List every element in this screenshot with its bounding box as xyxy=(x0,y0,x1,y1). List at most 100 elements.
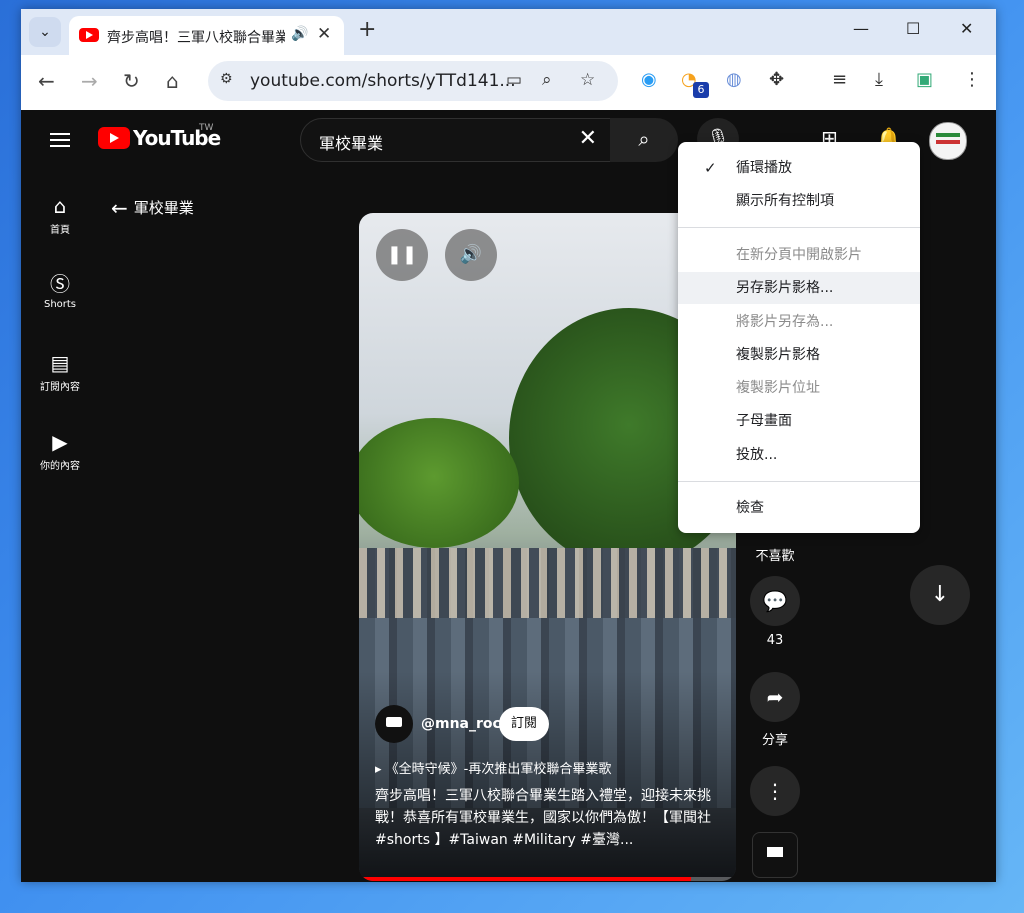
music-title[interactable]: ▸ 《全時守候》-再次推出軍校聯合畢業歌 xyxy=(375,758,611,777)
short-description[interactable]: 齊步高唱！三軍八校聯合畢業生踏入禮堂，迎接未來挑戰！恭喜所有軍校畢業生，國家以你… xyxy=(375,785,721,851)
browser-menu-icon[interactable]: ⋮ xyxy=(963,69,981,90)
zoom-icon[interactable]: ⌕ xyxy=(542,70,552,90)
library-icon: ▶ xyxy=(52,430,68,454)
forward-arrow-icon[interactable]: → xyxy=(81,69,98,93)
menu-item-label: 循環播放 xyxy=(736,160,792,176)
new-tab-button[interactable]: + xyxy=(358,17,376,42)
extensions-puzzle-icon[interactable]: ✥ xyxy=(769,69,784,90)
menu-divider xyxy=(678,227,920,228)
back-arrow-icon[interactable]: ← xyxy=(38,69,55,93)
share-icon: ➦ xyxy=(750,672,800,722)
guide-menu-icon[interactable] xyxy=(50,129,70,151)
arrow-down-icon: ↓ xyxy=(930,582,950,607)
country-code: TW xyxy=(199,123,214,133)
home-icon: ⌂ xyxy=(53,194,67,218)
sidebar-item-library[interactable]: ▶ 你的內容 xyxy=(21,430,99,472)
comment-icon: 💬 xyxy=(750,576,800,626)
music-title-text: 《全時守候》-再次推出軍校聯合畢業歌 xyxy=(385,762,612,777)
dislike-action[interactable]: 不喜歡 xyxy=(749,538,801,564)
shorts-icon: Ⓢ xyxy=(50,272,70,296)
comments-button[interactable]: 💬 43 xyxy=(749,576,801,648)
checkmark-icon: ✓ xyxy=(704,159,717,177)
menu-item-save-frame[interactable]: 另存影片影格... xyxy=(678,272,920,304)
menu-item-open-video-new-tab[interactable]: 在新分頁中開啟影片 xyxy=(678,239,920,271)
media-control-icon[interactable]: ≡ xyxy=(832,69,847,90)
extension-shazam-icon[interactable]: ◉ xyxy=(641,69,657,90)
menu-item-cast[interactable]: 投放... xyxy=(678,439,920,471)
tab-active[interactable]: 齊步高唱！三軍八校聯合畢業生踏入禮堂 🔊 ✕ xyxy=(69,16,344,55)
close-tab-icon[interactable]: ✕ xyxy=(317,24,331,44)
play-icon: ▸ xyxy=(375,762,386,777)
search-query[interactable]: 軍校畢業 xyxy=(319,130,383,154)
clear-search-icon[interactable]: ✕ xyxy=(579,126,597,151)
menu-divider xyxy=(678,481,920,482)
menu-item-picture-in-picture[interactable]: 子母畫面 xyxy=(678,405,920,437)
sidebar-item-label: 首頁 xyxy=(50,225,70,236)
search-button[interactable]: ⌕ xyxy=(610,118,678,162)
channel-name[interactable]: @mna_roc xyxy=(421,716,501,732)
window-close-icon[interactable]: ✕ xyxy=(960,19,973,38)
minimize-icon[interactable]: — xyxy=(853,19,869,38)
back-arrow-icon: ← xyxy=(111,196,128,220)
home-icon[interactable]: ⌂ xyxy=(166,69,179,93)
pause-icon: ❚❚ xyxy=(386,244,418,265)
channel-avatar[interactable] xyxy=(375,705,413,743)
speaker-icon[interactable]: 🔊 xyxy=(291,26,308,42)
more-vert-icon: ⋮ xyxy=(750,766,800,816)
install-app-icon[interactable]: ▭ xyxy=(506,70,522,90)
menu-item-copy-frame[interactable]: 複製影片影格 xyxy=(678,339,920,371)
back-to-search-link[interactable]: ← 軍校畢業 xyxy=(111,196,194,220)
back-label: 軍校畢業 xyxy=(133,199,194,217)
reload-icon[interactable]: ↻ xyxy=(123,69,140,93)
menu-item-save-video-as[interactable]: 將影片另存為... xyxy=(678,306,920,338)
more-actions-button[interactable]: ⋮ xyxy=(749,766,801,816)
sidebar-item-home[interactable]: ⌂ 首頁 xyxy=(21,194,99,236)
extension-search-icon[interactable]: ◍ xyxy=(726,69,742,90)
search-icon: ⌕ xyxy=(638,127,650,151)
maximize-icon[interactable]: ☐ xyxy=(906,19,920,38)
address-bar[interactable]: ⚙ youtube.com/shorts/yTTd141... ▭ ⌕ ☆ xyxy=(208,61,618,101)
sidebar-item-label: Shorts xyxy=(43,299,77,310)
menu-item-label: 將影片另存為... xyxy=(736,314,834,330)
menu-item-loop[interactable]: ✓ 循環播放 xyxy=(678,152,920,184)
menu-item-label: 顯示所有控制項 xyxy=(736,193,834,209)
extension-badge: 6 xyxy=(693,82,709,98)
share-label: 分享 xyxy=(761,733,788,748)
youtube-logo-icon[interactable] xyxy=(98,127,130,149)
url-text[interactable]: youtube.com/shorts/yTTd141... xyxy=(250,71,516,91)
download-icon[interactable]: ⤓ xyxy=(875,69,883,90)
dislike-label: 不喜歡 xyxy=(755,549,795,564)
pause-button[interactable]: ❚❚ xyxy=(376,229,428,281)
sidebar-item-shorts[interactable]: Ⓢ Shorts xyxy=(21,272,99,310)
youtube-favicon-icon xyxy=(79,28,99,42)
next-short-button[interactable]: ↓ xyxy=(910,565,970,625)
bookmark-star-icon[interactable]: ☆ xyxy=(580,70,595,90)
sidebar-item-label: 訂閱內容 xyxy=(40,382,80,393)
video-context-menu: ✓ 循環播放 顯示所有控制項 在新分頁中開啟影片 另存影片影格... 將影片另存為… xyxy=(678,142,920,533)
menu-item-label: 投放... xyxy=(736,447,778,463)
comments-count: 43 xyxy=(766,633,784,648)
tab-title: 齊步高唱！三軍八校聯合畢業生踏入禮堂 xyxy=(107,30,285,46)
tab-search-button[interactable]: ⌄ xyxy=(29,17,61,47)
volume-button[interactable]: 🔊 xyxy=(445,229,497,281)
menu-item-copy-video-address[interactable]: 複製影片位址 xyxy=(678,372,920,404)
menu-item-label: 另存影片影格... xyxy=(736,280,834,296)
subscribe-button[interactable]: 訂閱 xyxy=(499,707,549,741)
menu-item-label: 子母畫面 xyxy=(736,413,792,429)
site-info-icon[interactable]: ⚙ xyxy=(220,71,233,87)
video-frame-tree xyxy=(359,418,519,548)
menu-item-show-controls[interactable]: 顯示所有控制項 xyxy=(678,185,920,217)
share-button[interactable]: ➦ 分享 xyxy=(749,672,801,748)
subscriptions-icon: ▤ xyxy=(50,351,70,375)
browser-toolbar: ← → ↻ ⌂ ⚙ youtube.com/shorts/yTTd141... … xyxy=(21,55,996,110)
menu-item-inspect[interactable]: 檢查 xyxy=(678,492,920,524)
browser-window: ⌄ 齊步高唱！三軍八校聯合畢業生踏入禮堂 🔊 ✕ + — ☐ ✕ ← → ↻ ⌂… xyxy=(21,9,996,882)
menu-item-label: 檢查 xyxy=(736,500,764,516)
avatar[interactable] xyxy=(929,122,967,160)
profile-icon[interactable]: ▣ xyxy=(916,69,933,90)
sidebar-item-label: 你的內容 xyxy=(40,461,80,472)
progress-bar[interactable] xyxy=(359,877,736,881)
sidebar-item-subscriptions[interactable]: ▤ 訂閱內容 xyxy=(21,351,99,393)
sound-thumbnail[interactable] xyxy=(752,832,798,878)
search-input[interactable]: 軍校畢業 ✕ xyxy=(300,118,612,162)
